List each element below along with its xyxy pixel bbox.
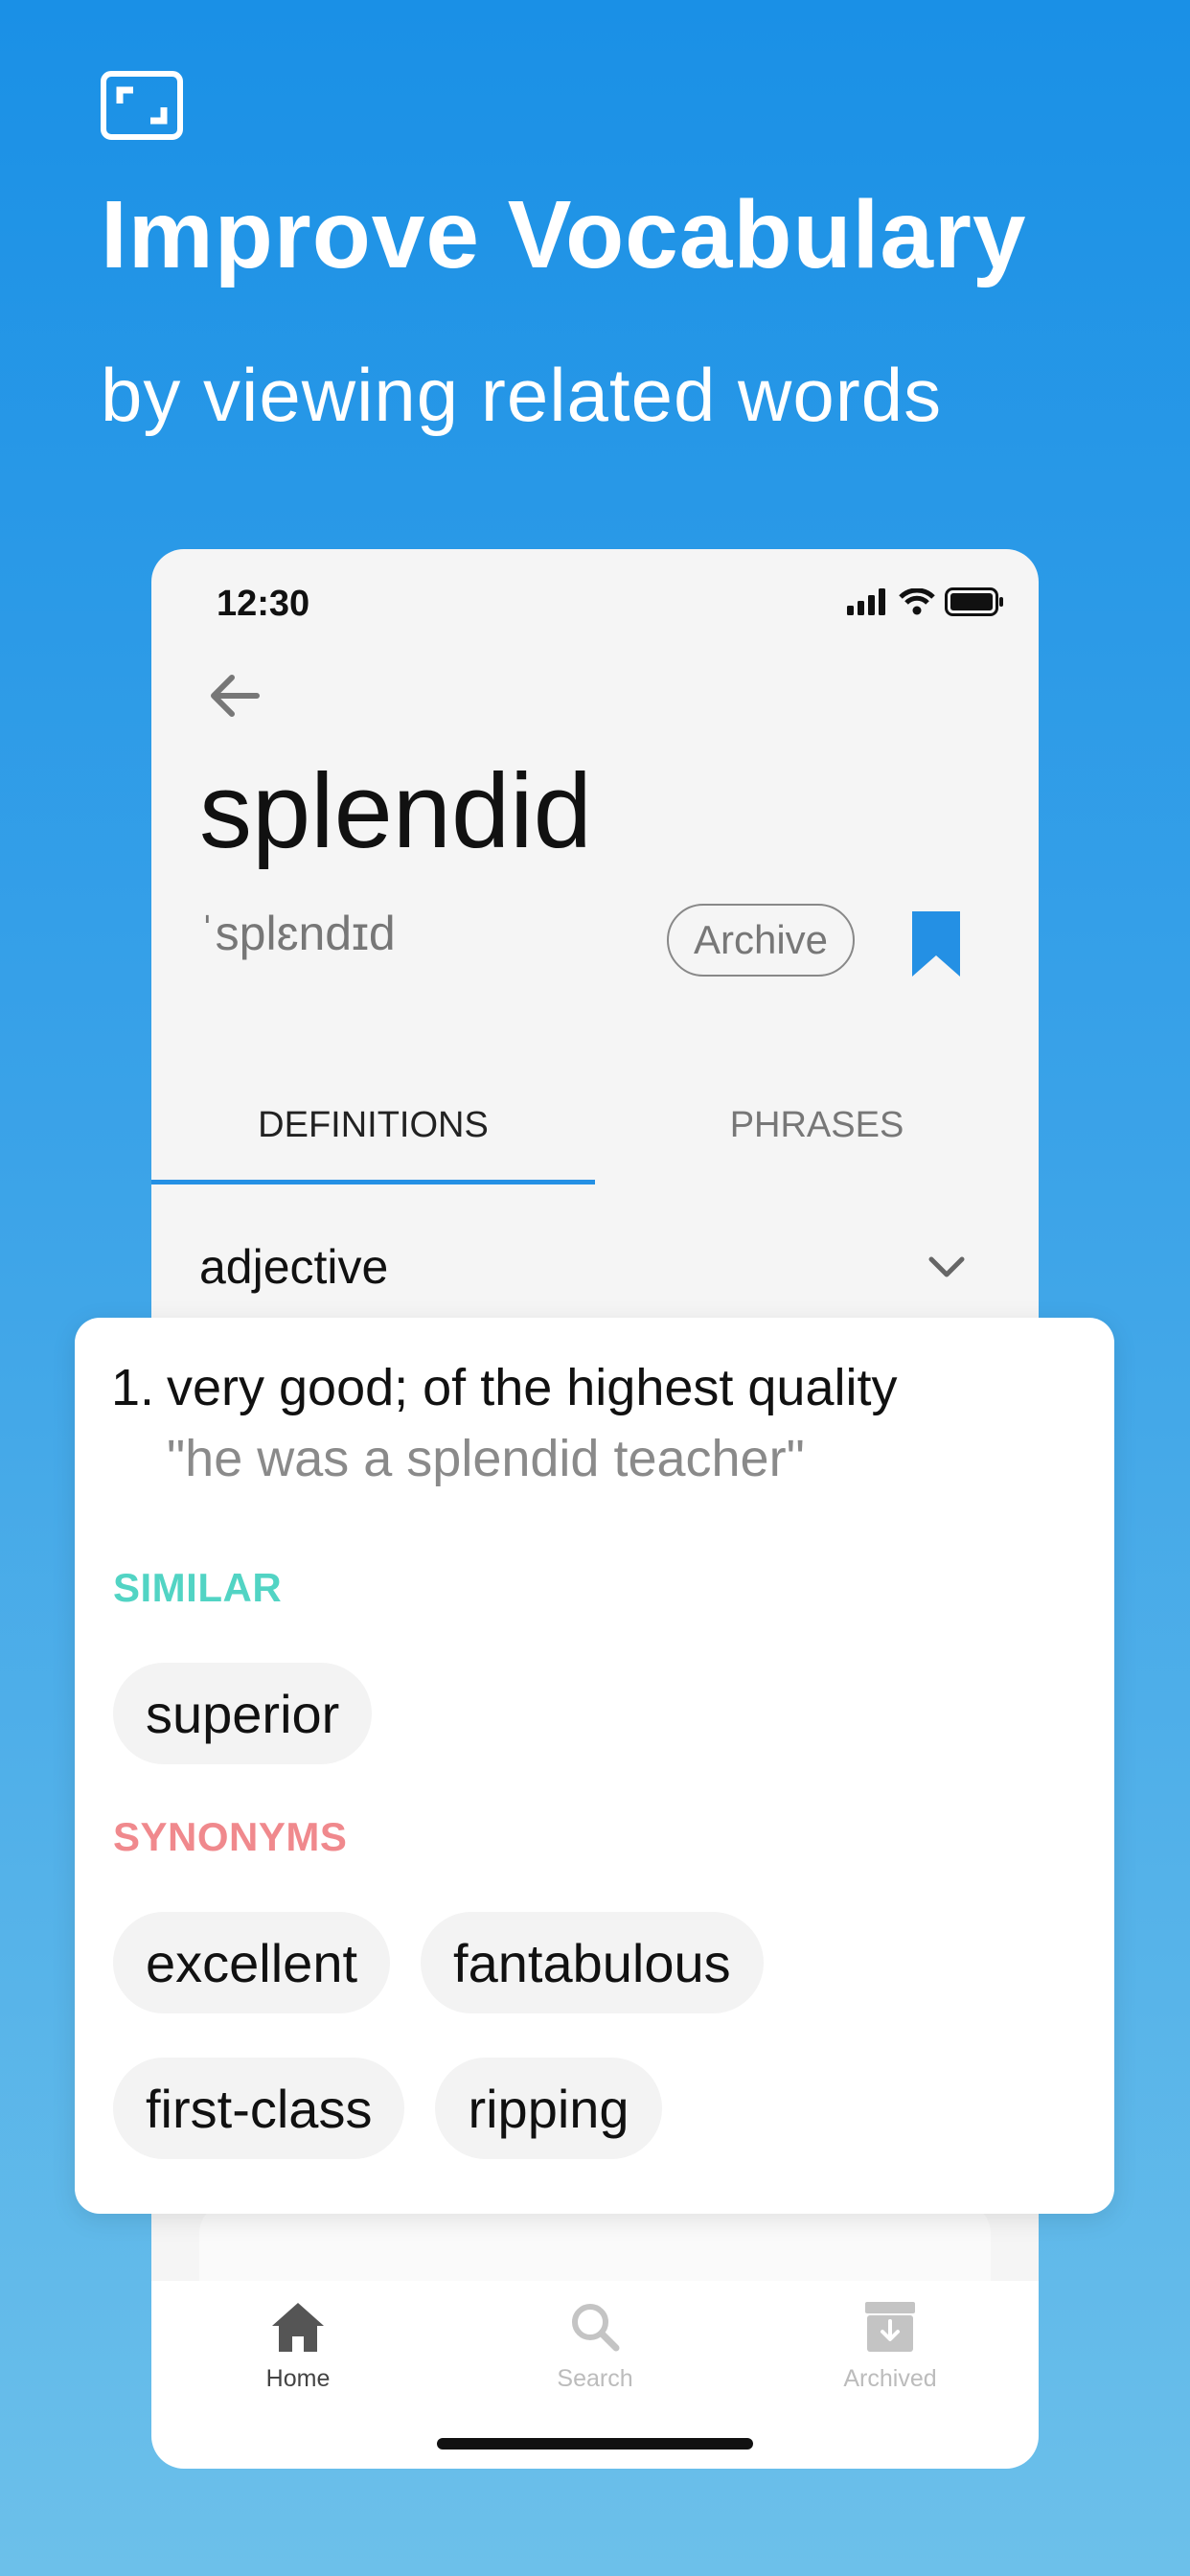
tab-definitions[interactable]: DEFINITIONS	[151, 1105, 595, 1162]
home-icon	[272, 2303, 324, 2352]
pronunciation: ˈsplɛndɪd	[199, 907, 396, 960]
nav-search-label: Search	[557, 2365, 633, 2392]
home-indicator	[437, 2438, 753, 2450]
active-tab-indicator	[151, 1180, 595, 1184]
fullscreen-frame-icon	[101, 71, 183, 140]
phone-content-continued	[151, 2204, 1039, 2290]
next-definition-card	[199, 2204, 991, 2290]
chevron-down-icon[interactable]	[927, 1254, 966, 1282]
nav-search[interactable]: Search	[499, 2300, 691, 2393]
status-icons	[847, 587, 1004, 616]
word-title: splendid	[199, 752, 592, 870]
definition-text: very good; of the highest quality	[167, 1359, 898, 1416]
nav-home[interactable]: Home	[202, 2300, 394, 2393]
synonyms-heading: SYNONYMS	[113, 1814, 348, 1859]
bookmark-icon[interactable]	[910, 909, 962, 978]
status-time: 12:30	[217, 584, 310, 624]
word-chip[interactable]: excellent	[113, 1912, 391, 2013]
definition-example: "he was a splendid teacher"	[167, 1430, 805, 1487]
nav-home-label: Home	[265, 2365, 331, 2392]
part-of-speech: adjective	[199, 1240, 389, 1294]
similar-heading: SIMILAR	[113, 1565, 283, 1610]
word-chip[interactable]: ripping	[435, 2058, 662, 2159]
tab-phrases[interactable]: PHRASES	[595, 1105, 1039, 1162]
definition-number: 1.	[111, 1359, 155, 1416]
nav-archived[interactable]: Archived	[794, 2300, 986, 2393]
archive-box-icon	[865, 2302, 915, 2352]
battery-icon	[945, 587, 1003, 616]
synonym-chips-row-1: excellent fantabulous	[113, 1912, 764, 2013]
search-icon	[572, 2304, 620, 2352]
word-chip[interactable]: superior	[113, 1663, 373, 1764]
archive-button[interactable]: Archive	[667, 904, 855, 977]
wifi-icon	[899, 588, 935, 615]
synonym-chips-row-2: first-class ripping	[113, 2058, 662, 2159]
back-arrow-icon[interactable]	[203, 664, 266, 727]
word-chip[interactable]: fantabulous	[421, 1912, 764, 2013]
definition-card: 1. very good; of the highest quality "he…	[75, 1318, 1114, 2214]
nav-archived-label: Archived	[843, 2365, 937, 2392]
promo-headline: Improve Vocabulary	[101, 181, 1027, 288]
promo-subheadline: by viewing related words	[101, 353, 943, 437]
bottom-navigation: Home Search Archived	[151, 2281, 1039, 2469]
word-chip[interactable]: first-class	[113, 2058, 405, 2159]
similar-chips: superior	[113, 1663, 373, 1764]
signal-icon	[847, 588, 885, 615]
